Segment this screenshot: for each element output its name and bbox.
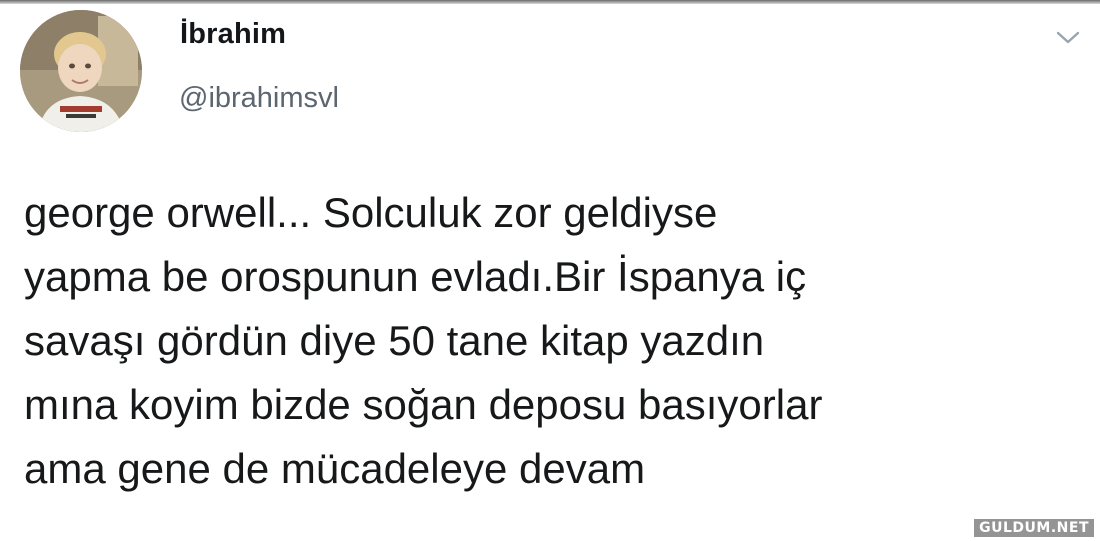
avatar-image bbox=[20, 10, 142, 132]
tweet-text-line: george orwell... Solculuk zor geldiyse bbox=[24, 189, 718, 236]
author-display-name[interactable]: İbrahim bbox=[180, 18, 286, 51]
author-handle[interactable]: @ibrahimsvl bbox=[179, 82, 339, 115]
watermark: GULDUM.NET bbox=[974, 519, 1094, 537]
tweet-text-line: savaşı gördün diye 50 tane kitap yazdın bbox=[24, 317, 765, 364]
chevron-down-icon[interactable] bbox=[1054, 28, 1082, 48]
tweet-text-line: yapma be orospunun evladı.Bir İspanya iç bbox=[24, 253, 807, 300]
tweet-text-line: mına koyim bizde soğan deposu basıyorlar bbox=[24, 381, 823, 428]
tweet-text-line: ama gene de mücadeleye devam bbox=[24, 445, 646, 492]
tweet-text: george orwell... Solculuk zor geldiyse y… bbox=[24, 181, 1094, 501]
tweet-card: İbrahim @ibrahimsvl george orwell... Sol… bbox=[0, 0, 1100, 541]
top-divider bbox=[0, 0, 1100, 4]
avatar[interactable] bbox=[20, 10, 142, 132]
